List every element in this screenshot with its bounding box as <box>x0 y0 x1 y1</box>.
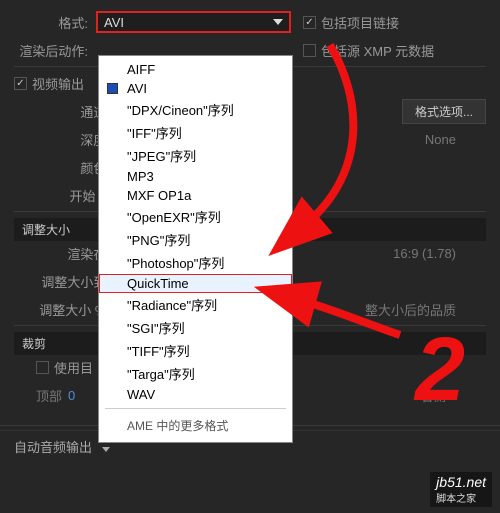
format-option-quicktime[interactable]: QuickTime <box>99 274 292 293</box>
format-option-wav[interactable]: WAV <box>99 385 292 404</box>
chevron-down-icon <box>273 19 283 25</box>
checkbox-on-icon <box>14 77 27 90</box>
aspect-value: 16:9 (1.78) <box>393 246 456 261</box>
chevron-down-icon <box>102 447 110 452</box>
auto-audio-output-dropdown[interactable]: 自动音频输出 <box>14 437 110 456</box>
use-target-label: 使用目 <box>54 358 93 377</box>
format-option-tiff[interactable]: "TIFF"序列 <box>99 339 292 362</box>
format-more-ame[interactable]: AME 中的更多格式 <box>99 413 292 436</box>
video-output-label: 视频输出 <box>32 74 84 93</box>
format-option-mxf[interactable]: MXF OP1a <box>99 186 292 205</box>
format-option-png[interactable]: "PNG"序列 <box>99 228 292 251</box>
crop-top-value[interactable]: 0 <box>68 388 75 403</box>
format-option-openexr[interactable]: "OpenEXR"序列 <box>99 205 292 228</box>
watermark: jb51.net 脚本之家 <box>430 472 492 507</box>
format-option-aiff[interactable]: AIFF <box>99 60 292 79</box>
format-option-targa[interactable]: "Targa"序列 <box>99 362 292 385</box>
crop-top-label: 顶部 <box>36 386 62 405</box>
include-project-link-checkbox[interactable]: 包括项目链接 <box>303 13 399 32</box>
format-option-radiance[interactable]: "Radiance"序列 <box>99 293 292 316</box>
resize-quality-label: 整大小后的品质 <box>365 300 456 319</box>
format-option-jpeg[interactable]: "JPEG"序列 <box>99 144 292 167</box>
format-option-avi[interactable]: AVI <box>99 79 292 98</box>
format-selected-value: AVI <box>104 15 273 30</box>
include-link-label: 包括项目链接 <box>321 13 399 32</box>
use-target-checkbox[interactable]: 使用目 <box>36 358 93 377</box>
include-src-label: 包括源 XMP 元数据 <box>321 41 434 60</box>
format-dropdown[interactable]: AVI <box>96 11 291 33</box>
checkbox-off-icon <box>36 361 49 374</box>
crop-right-label: 右侧 <box>420 386 446 405</box>
format-option-iff[interactable]: "IFF"序列 <box>99 121 292 144</box>
checkbox-off-icon <box>303 44 316 57</box>
format-option-sgi[interactable]: "SGI"序列 <box>99 316 292 339</box>
video-output-checkbox[interactable]: 视频输出 <box>14 74 84 93</box>
post-render-label: 渲染后动作: <box>14 41 96 60</box>
format-options-button[interactable]: 格式选项... <box>402 99 486 124</box>
format-option-dpx[interactable]: "DPX/Cineon"序列 <box>99 98 292 121</box>
format-option-photoshop[interactable]: "Photoshop"序列 <box>99 251 292 274</box>
checkbox-on-icon <box>303 16 316 29</box>
format-option-mp3[interactable]: MP3 <box>99 167 292 186</box>
include-src-xmp-checkbox[interactable]: 包括源 XMP 元数据 <box>303 41 434 60</box>
separator <box>105 408 286 409</box>
format-dropdown-list[interactable]: AIFF AVI "DPX/Cineon"序列 "IFF"序列 "JPEG"序列… <box>98 55 293 443</box>
format-label: 格式: <box>14 13 96 32</box>
depth-value: None <box>425 132 456 147</box>
